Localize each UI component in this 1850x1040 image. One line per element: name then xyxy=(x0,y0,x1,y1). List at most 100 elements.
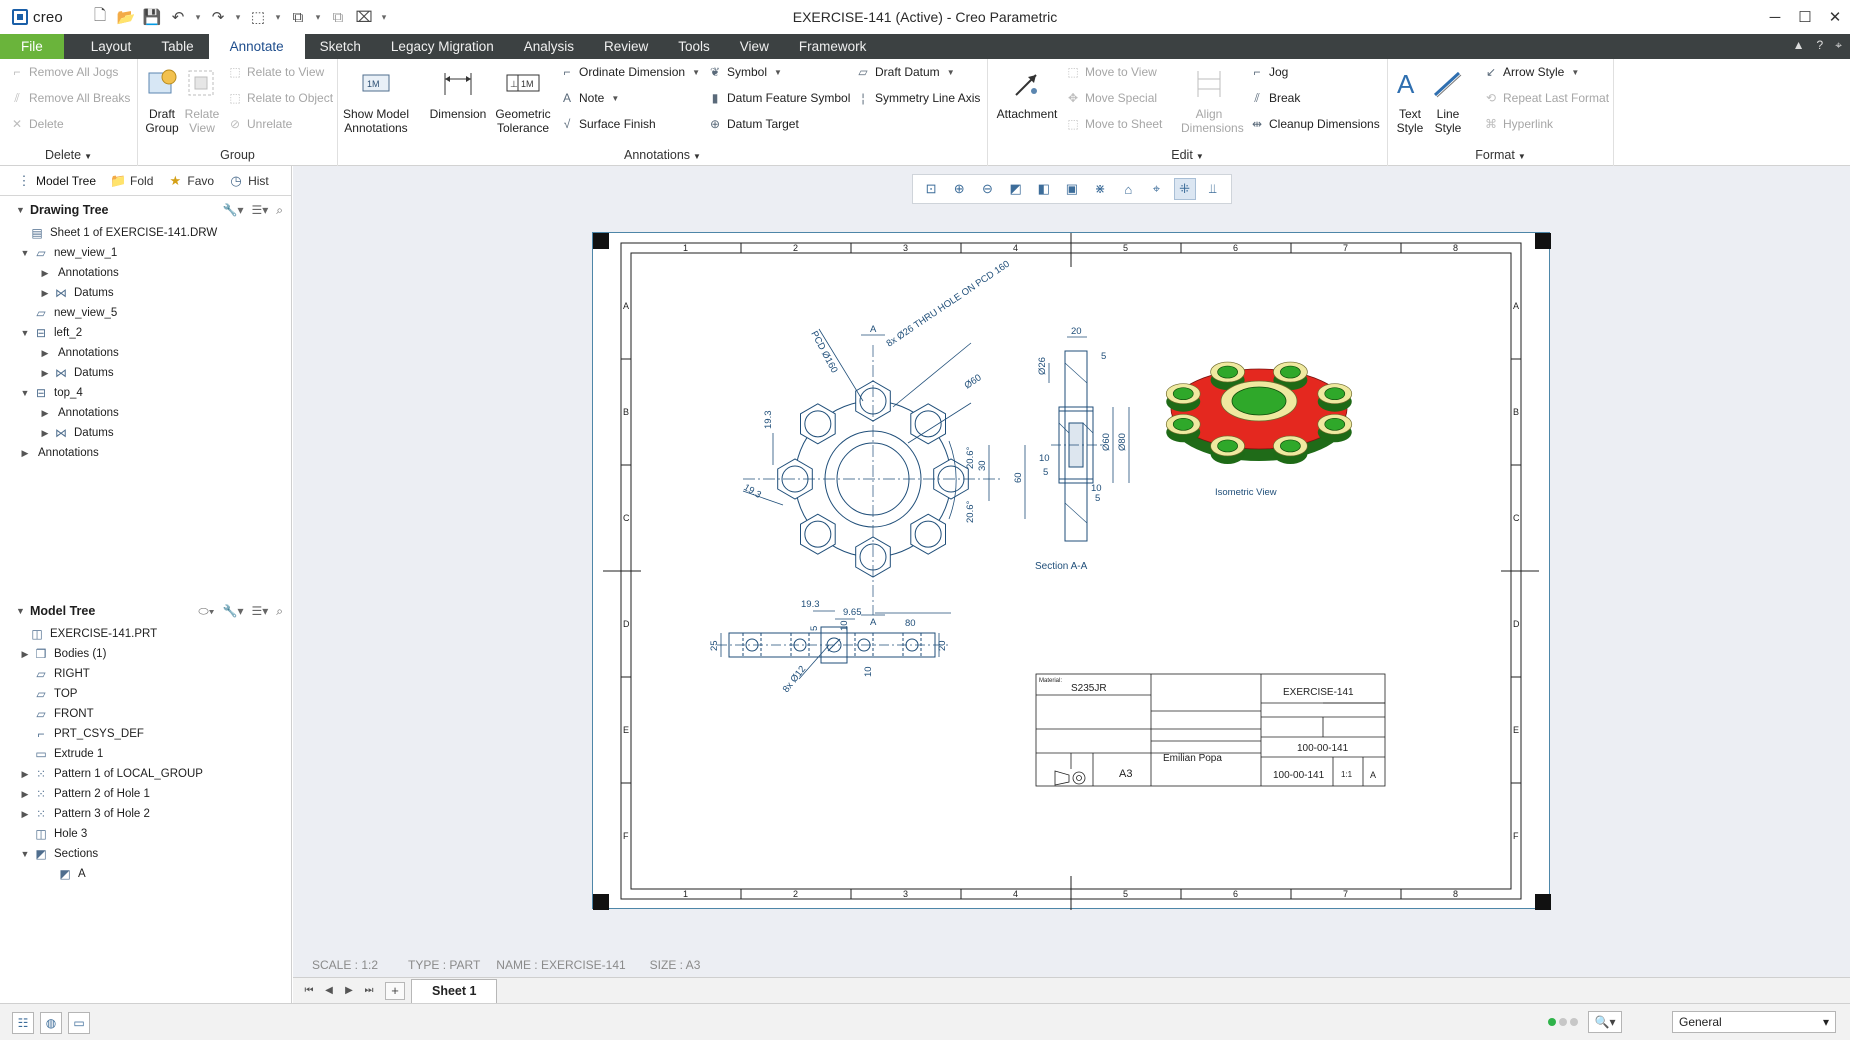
model-tree-item[interactable]: ▼ ◩ Sections xyxy=(18,844,99,864)
align-dimensions-button[interactable]: Align Dimensions xyxy=(1176,65,1244,135)
symmetry-line-axis-button[interactable]: ¦ Symmetry Line Axis xyxy=(856,89,980,107)
point-display-icon[interactable]: ⁜ xyxy=(1173,178,1196,200)
relate-to-view-button[interactable]: ⬚ Relate to View xyxy=(228,63,324,81)
expand-toggle-icon[interactable]: ▼ xyxy=(18,388,32,398)
expand-toggle-icon[interactable]: ▶ xyxy=(38,288,52,299)
drawing-tree-item[interactable]: ▶ Annotations xyxy=(38,403,119,423)
expand-toggle-icon[interactable]: ▶ xyxy=(18,809,32,820)
edit-group-label[interactable]: Edit ▼ xyxy=(988,148,1387,162)
line-style-button[interactable]: Line Style xyxy=(1430,65,1466,135)
drawing-tree-item[interactable]: ▼ ▱ new_view_1 xyxy=(18,243,118,263)
tab-favorites[interactable]: ★ Favo xyxy=(163,166,224,196)
close-window-icon[interactable]: ⌧ xyxy=(352,5,376,29)
drawing-tree-item[interactable]: ▶ Annotations xyxy=(38,343,119,363)
drawing-sheet[interactable]: 1122334455667788 AABBCCDDEEFF PCD Ø160 8… xyxy=(592,232,1551,910)
zoom-out-icon[interactable]: ⊖ xyxy=(976,178,998,200)
unrelate-button[interactable]: ⊘ Unrelate xyxy=(228,115,292,133)
expand-toggle-icon[interactable]: ▶ xyxy=(18,649,32,660)
tab-folder-browser[interactable]: 📁 Fold xyxy=(106,166,163,196)
undo-icon[interactable]: ↶ xyxy=(166,5,190,29)
sheet-tab-1[interactable]: Sheet 1 xyxy=(411,978,498,1003)
tab-history[interactable]: ◷ Hist xyxy=(224,166,279,196)
previous-sheet-icon[interactable]: ◀ xyxy=(319,981,339,1001)
note-button[interactable]: A Note ▼ xyxy=(560,89,619,107)
redo-icon[interactable]: ↷ xyxy=(206,5,230,29)
tab-annotate[interactable]: Annotate xyxy=(208,34,305,59)
model-tree-item[interactable]: ▱ FRONT xyxy=(18,704,93,724)
minimize-icon[interactable]: ─ xyxy=(1760,0,1790,34)
add-sheet-button[interactable]: + xyxy=(385,981,405,1000)
tab-model-tree[interactable]: ⋮ Model Tree xyxy=(12,166,106,196)
jog-button[interactable]: ⌐ Jog xyxy=(1250,63,1288,81)
select-box-icon[interactable]: ⬚ xyxy=(246,5,270,29)
collapse-model-tree-icon[interactable]: ▼ xyxy=(16,606,30,616)
refit-icon[interactable]: ⊡ xyxy=(920,178,942,200)
model-tree-filter-icon[interactable]: ☰▾ xyxy=(251,604,268,618)
model-tree-item[interactable]: ▶ ❒ Bodies (1) xyxy=(18,644,107,664)
expand-toggle-icon[interactable]: ▶ xyxy=(38,428,52,439)
hyperlink-button[interactable]: ⌘ Hyperlink xyxy=(1484,115,1553,133)
tree-filter-icon[interactable]: ☰▾ xyxy=(251,203,268,217)
expand-toggle-icon[interactable]: ▼ xyxy=(18,248,32,258)
expand-toggle-icon[interactable]: ▶ xyxy=(18,448,32,459)
collapse-ribbon-icon[interactable]: ▲ xyxy=(1793,38,1805,53)
open-folder-icon[interactable]: 📂 xyxy=(114,5,138,29)
expand-toggle-icon[interactable]: ▶ xyxy=(38,408,52,419)
customize-toolbar-icon[interactable]: ▾ xyxy=(378,5,390,29)
model-tree-item[interactable]: ▱ RIGHT xyxy=(18,664,89,684)
delete-button[interactable]: ✕ Delete xyxy=(10,115,64,133)
tree-settings-icon[interactable]: 🔧▾ xyxy=(223,203,244,217)
display-style-icon[interactable]: ◧ xyxy=(1033,178,1055,200)
relate-view-button[interactable]: Relate View xyxy=(182,65,222,135)
tab-layout[interactable]: Layout xyxy=(76,34,147,59)
datum-display-icon[interactable]: ⋇ xyxy=(1089,178,1111,200)
windows-icon[interactable]: ⧉ xyxy=(326,5,350,29)
maximize-icon[interactable]: ☐ xyxy=(1790,0,1820,34)
repaint-icon[interactable]: ◩ xyxy=(1005,178,1027,200)
zoom-in-icon[interactable]: ⊕ xyxy=(948,178,970,200)
tab-framework[interactable]: Framework xyxy=(784,34,882,59)
ordinate-dimension-button[interactable]: ⌐ Ordinate Dimension ▼ xyxy=(560,63,700,81)
model-tree-item[interactable]: ▶ ⁙ Pattern 3 of Hole 2 xyxy=(18,804,150,824)
expand-toggle-icon[interactable]: ▼ xyxy=(18,328,32,338)
attachment-button[interactable]: Attachment xyxy=(994,65,1060,121)
remove-all-breaks-button[interactable]: ⫽ Remove All Breaks xyxy=(10,89,130,107)
cleanup-dimensions-button[interactable]: ⇹ Cleanup Dimensions xyxy=(1250,115,1380,133)
drawing-tree-item[interactable]: ▶ ⋈ Datums xyxy=(38,363,114,383)
tab-view[interactable]: View xyxy=(725,34,784,59)
model-tree-item[interactable]: ▱ TOP xyxy=(18,684,77,704)
tab-sketch[interactable]: Sketch xyxy=(305,34,376,59)
selection-filter[interactable]: General ▾ xyxy=(1672,1011,1836,1033)
move-to-sheet-button[interactable]: ⬚ Move to Sheet xyxy=(1066,115,1162,133)
csys-display-icon[interactable]: ⌖ xyxy=(1145,178,1167,200)
repeat-last-format-button[interactable]: ⟲ Repeat Last Format xyxy=(1484,89,1609,107)
relate-to-object-button[interactable]: ⬚ Relate to Object xyxy=(228,89,333,107)
datum-feature-symbol-button[interactable]: ▮ Datum Feature Symbol xyxy=(708,89,851,107)
last-sheet-icon[interactable]: ⏭ xyxy=(359,981,379,1001)
pin-icon[interactable]: ⌖ xyxy=(1835,38,1842,53)
move-to-view-button[interactable]: ⬚ Move to View xyxy=(1066,63,1156,81)
first-sheet-icon[interactable]: ⏮ xyxy=(299,981,319,1001)
drawing-tree-item[interactable]: ▤ Sheet 1 of EXERCISE-141.DRW xyxy=(14,223,217,243)
arrow-style-button[interactable]: ↙ Arrow Style ▼ xyxy=(1484,63,1579,81)
expand-toggle-icon[interactable]: ▶ xyxy=(38,368,52,379)
tab-tools[interactable]: Tools xyxy=(663,34,725,59)
delete-group-label[interactable]: Delete ▼ xyxy=(0,148,137,162)
find-icon[interactable]: 🔍▾ xyxy=(1588,1011,1622,1033)
annotations-group-label[interactable]: Annotations ▼ xyxy=(338,148,987,162)
next-sheet-icon[interactable]: ▶ xyxy=(339,981,359,1001)
help-icon[interactable]: ? xyxy=(1817,38,1824,53)
full-screen-icon[interactable]: ▭ xyxy=(68,1012,90,1034)
redo-dropdown-icon[interactable]: ▾ xyxy=(232,5,244,29)
close-icon[interactable]: ✕ xyxy=(1820,0,1850,34)
tab-file[interactable]: File xyxy=(0,34,64,59)
drawing-tree-item[interactable]: ▶ Annotations xyxy=(38,263,119,283)
show-model-annotations-button[interactable]: 1M Show Model Annotations xyxy=(342,65,410,135)
model-tree-search-icon[interactable]: ⌕ xyxy=(276,604,283,619)
dimension-button[interactable]: Dimension xyxy=(428,65,488,121)
model-tree-item[interactable]: ⌐ PRT_CSYS_DEF xyxy=(18,724,143,744)
expand-toggle-icon[interactable]: ▶ xyxy=(38,348,52,359)
saved-views-icon[interactable]: ▣ xyxy=(1061,178,1083,200)
drawing-tree-item[interactable]: ▶ ⋈ Datums xyxy=(38,423,114,443)
isometric-view[interactable]: Isometric View xyxy=(1165,361,1353,498)
